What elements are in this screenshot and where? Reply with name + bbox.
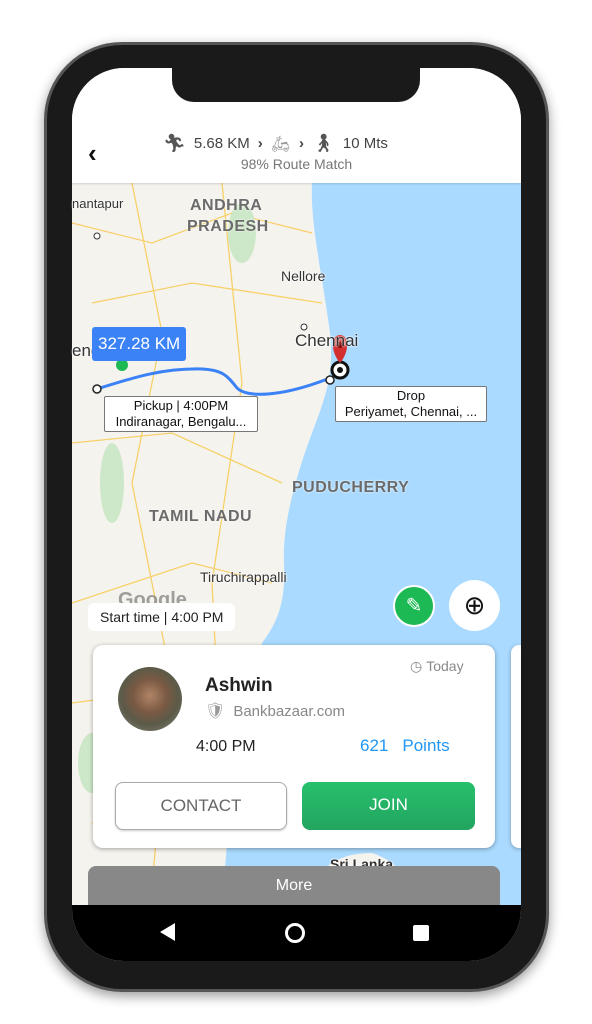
distance-badge: 327.28 KM <box>92 327 187 361</box>
edit-button[interactable]: ✎ <box>393 585 435 627</box>
map-label: TAMIL NADU <box>149 508 253 525</box>
drop-dot <box>325 375 335 385</box>
points-label: Points <box>402 736 450 755</box>
home-nav-icon[interactable] <box>285 923 305 943</box>
route-summary: 🏃︎ 5.68 KM › 🛵︎ › 🚶︎ 10 Mts <box>163 133 388 154</box>
route-match: 98% Route Match <box>240 156 353 172</box>
company-name: Bankbazaar.com <box>233 702 346 720</box>
driver-name: Ashwin <box>205 675 273 696</box>
clock-icon: ◷ <box>410 658 423 674</box>
ride-time: 4:00 PM <box>196 738 256 755</box>
next-card-peek[interactable] <box>511 645 521 848</box>
recents-nav-icon[interactable] <box>413 925 429 941</box>
points-value: 621 <box>360 736 389 755</box>
map-label: Nellore <box>281 268 326 284</box>
ride-day: Today <box>426 658 464 674</box>
ride-card: Ashwin 🛡︎ Bankbazaar.com ◷ Today 4:00 PM 6… <box>93 645 495 848</box>
back-nav-icon[interactable] <box>160 923 175 941</box>
map-label: ANDHRA <box>190 197 263 214</box>
drop-label[interactable]: Drop Periyamet, Chennai, ... <box>335 386 487 422</box>
map-label: Tiruchirappalli <box>200 569 287 585</box>
android-nav-bar <box>72 905 521 961</box>
chevron-right-icon: › <box>257 135 263 152</box>
pencil-icon: ✎ <box>405 595 423 617</box>
pickup-dot <box>92 384 102 394</box>
crosshair-icon: ⊕ <box>463 590 486 620</box>
walk-distance: 5.68 KM <box>193 135 250 152</box>
running-person-icon: 🏃︎ <box>163 133 186 153</box>
contact-button[interactable]: CONTACT <box>115 782 287 830</box>
start-time-chip: Start time | 4:00 PM <box>88 603 236 631</box>
walk-time: 10 Mts <box>342 135 388 152</box>
pickup-label[interactable]: Pickup | 4:00PM Indiranagar, Bengalu... <box>104 396 258 432</box>
map-label: nantapur <box>72 196 124 211</box>
chevron-right-icon: › <box>299 135 305 152</box>
map-label: PUDUCHERRY <box>292 479 410 496</box>
join-button[interactable]: JOIN <box>302 782 475 830</box>
my-location-button[interactable]: ⊕ <box>449 580 500 631</box>
verified-shield-icon: 🛡︎ <box>205 703 226 720</box>
avatar[interactable] <box>118 667 182 731</box>
notch <box>172 66 420 102</box>
walking-person-icon: 🚶︎ <box>312 133 335 153</box>
more-button[interactable]: More <box>88 866 500 906</box>
map-label: Chennai <box>295 331 359 350</box>
map-label: PRADESH <box>187 218 269 235</box>
scooter-icon: 🛵︎ <box>270 135 292 153</box>
